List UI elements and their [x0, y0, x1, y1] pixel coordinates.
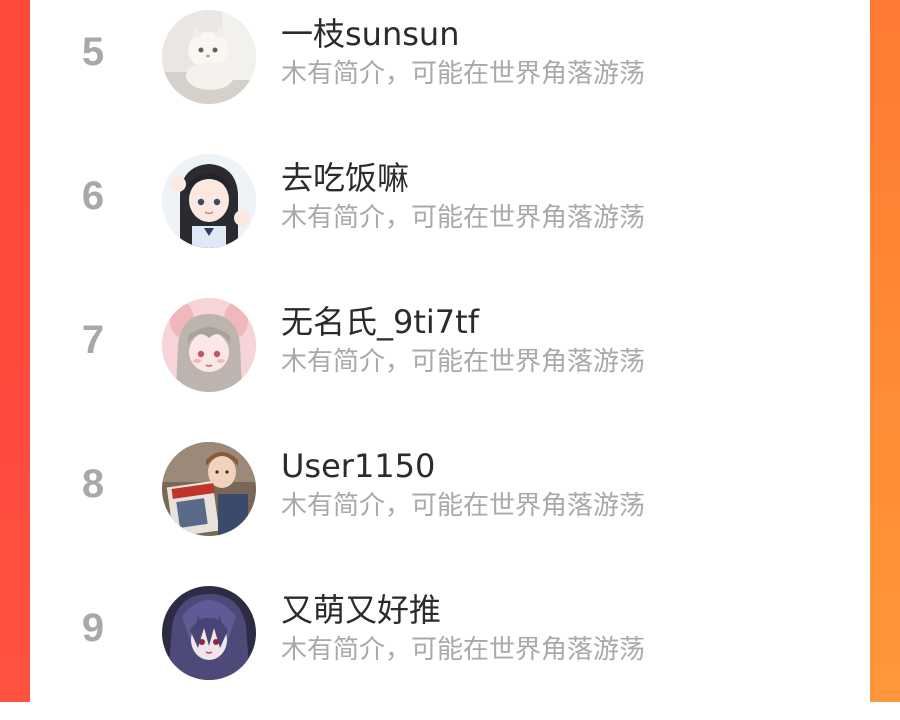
rank-number: 8: [81, 462, 105, 506]
boy-reading-magazine-icon: [162, 442, 256, 536]
avatar[interactable]: [162, 586, 256, 680]
anime-girl-dark-hair-icon: [162, 154, 256, 248]
user-bio: 木有简介，可能在世界角落游荡: [281, 635, 646, 665]
right-gradient-border: [870, 0, 900, 702]
left-gradient-border: [0, 0, 30, 702]
ranking-list-panel: 5 一枝sunsun 木有简介，可能在世界角落游荡 6 去吃饭嘛 木有简介，可能…: [30, 0, 870, 702]
cat-photo-icon: [162, 10, 256, 104]
list-item[interactable]: 6 去吃饭嘛 木有简介，可能在世界角落游荡: [30, 144, 870, 288]
user-name[interactable]: 一枝sunsun: [281, 12, 459, 56]
rank-number: 9: [81, 606, 105, 650]
anime-girl-pink-ears-icon: [162, 298, 256, 392]
user-bio: 木有简介，可能在世界角落游荡: [281, 491, 646, 521]
rank-number: 5: [81, 30, 105, 74]
user-bio: 木有简介，可能在世界角落游荡: [281, 347, 646, 377]
avatar[interactable]: [162, 442, 256, 536]
user-bio: 木有简介，可能在世界角落游荡: [281, 203, 646, 233]
avatar[interactable]: [162, 298, 256, 392]
list-item[interactable]: 5 一枝sunsun 木有简介，可能在世界角落游荡: [30, 0, 870, 144]
rank-number: 6: [81, 174, 105, 218]
avatar[interactable]: [162, 10, 256, 104]
user-name[interactable]: User1150: [281, 444, 435, 488]
rank-number: 7: [81, 318, 105, 362]
list-item[interactable]: 7 无名氏_9ti7tf 木有简介，可能在世界角落游荡: [30, 288, 870, 432]
avatar[interactable]: [162, 154, 256, 248]
user-bio: 木有简介，可能在世界角落游荡: [281, 59, 646, 89]
user-name[interactable]: 去吃饭嘛: [281, 156, 409, 200]
anime-girl-purple-hair-icon: [162, 586, 256, 680]
list-item[interactable]: 9 又萌又好推 木有简介，可能在世界角落游荡: [30, 576, 870, 720]
user-name[interactable]: 无名氏_9ti7tf: [281, 300, 479, 344]
user-name[interactable]: 又萌又好推: [281, 588, 441, 632]
list-item[interactable]: 8 User1150 木有简介，可能在世界角落游荡: [30, 432, 870, 576]
